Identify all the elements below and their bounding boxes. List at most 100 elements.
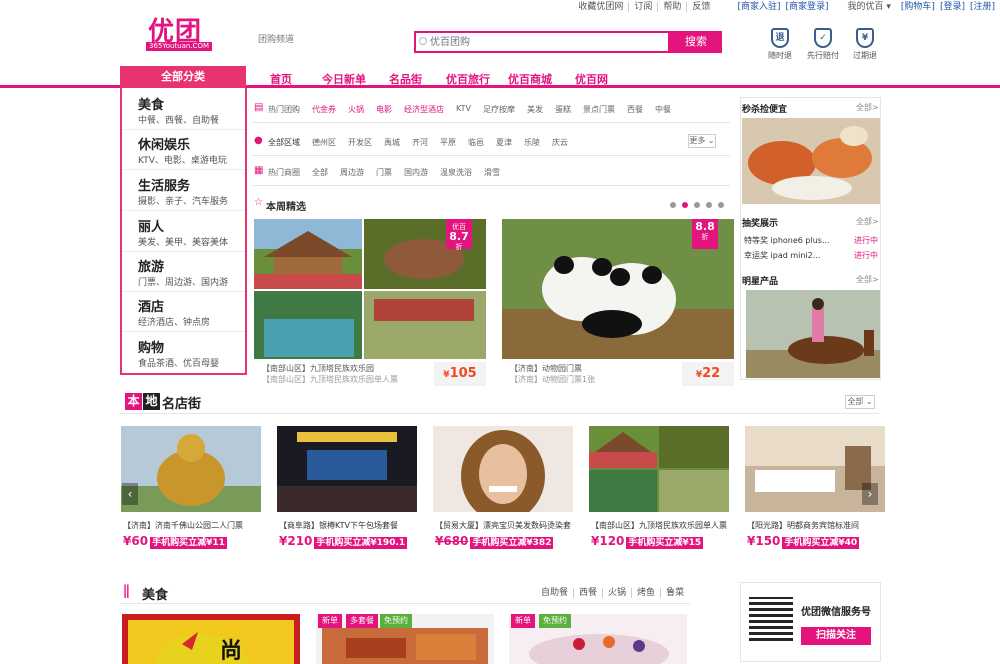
sidebar-item-shopping[interactable]: 购物 食品茶酒、优百母婴 [122, 333, 245, 373]
carousel-next-arrow[interactable]: › [862, 483, 878, 505]
filter-item[interactable]: 庆云 [552, 137, 568, 148]
shop-badge-local: 本 [125, 393, 142, 410]
filter-item[interactable]: 景点门票 [583, 104, 615, 115]
filter-item[interactable]: 临邑 [468, 137, 484, 148]
feature-label: 过期退 [853, 51, 877, 60]
lottery-item-name: 特等奖 iphone6 plus... [744, 236, 830, 245]
sidebar-item-sub[interactable]: KTV、电影、桌游电玩 [138, 153, 227, 166]
food-tab[interactable]: 自助餐 [536, 588, 573, 598]
sidebar-item-sub[interactable]: 食品茶酒、优百母婴 [138, 356, 219, 369]
shop-card[interactable]: 【商阜路】银樽KTV下午包场套餐 ¥210 手机购买立减¥190.1 [277, 426, 417, 556]
filter-item[interactable]: 足疗按摩 [483, 104, 515, 115]
search-input[interactable] [416, 33, 656, 51]
filter-item[interactable]: 电影 [376, 104, 392, 115]
sidebar-item-sub[interactable]: 摄影、亲子、汽车服务 [138, 194, 228, 207]
merchant-join-link[interactable]: [商家入驻] [715, 2, 785, 12]
filter-item[interactable]: 德州区 [312, 137, 336, 148]
my-youbai-menu[interactable]: 我的优百 ▾ [834, 2, 896, 12]
nav-mall[interactable]: 优百商城 [508, 71, 552, 87]
filter-item[interactable]: 门票 [376, 167, 392, 178]
flash-sale-image[interactable] [742, 118, 880, 204]
shop-name: 【商阜路】银樽KTV下午包场套餐 [279, 521, 398, 530]
nav-youbai[interactable]: 优百网 [575, 71, 608, 87]
shop-name: 【贸易大厦】漂亮宝贝美发数码烫染套 [435, 521, 571, 530]
merchant-login-link[interactable]: [商家登录] [785, 2, 833, 12]
filter-item[interactable]: 开发区 [348, 137, 372, 148]
site-logo[interactable]: 优团 365Youtuan.COM [120, 11, 235, 51]
carousel-dot[interactable] [694, 202, 700, 208]
filter-item[interactable]: 禹城 [384, 137, 400, 148]
filter-item[interactable]: 全部 [312, 167, 328, 178]
shop-card[interactable]: 【济南】济南千佛山公园二人门票 ¥60 手机购买立减¥11 [121, 426, 261, 556]
sidebar-item-entertainment[interactable]: 休闲娱乐 KTV、电影、桌游电玩 [122, 130, 245, 170]
sidebar-item-food[interactable]: 美食 中餐、西餐、自助餐 [122, 90, 245, 130]
mobile-promo-badge: 手机购买立减¥190.1 [314, 537, 408, 549]
register-link[interactable]: [注册] [965, 2, 1000, 12]
filter-label[interactable]: 全部区域 [268, 137, 300, 148]
yuan-icon: ¥ [856, 28, 874, 48]
sidebar-item-title: 购物 [138, 341, 165, 356]
food-tab[interactable]: 西餐 [573, 588, 602, 598]
nav-home[interactable]: 首页 [270, 71, 292, 87]
food-deal-tile[interactable]: 尚 [122, 614, 300, 664]
nav-travel[interactable]: 优百旅行 [446, 71, 490, 87]
food-tab[interactable]: 鲁菜 [660, 588, 689, 598]
filter-item[interactable]: 周边游 [340, 167, 364, 178]
filter-item[interactable]: 乐陵 [524, 137, 540, 148]
carousel-dot[interactable] [706, 202, 712, 208]
filter-item[interactable]: 中餐 [655, 104, 671, 115]
deal-card-zoo[interactable]: 8.8 折 【济南】动物园门票 【济南】动物园门票1张 ¥22 [502, 219, 734, 389]
sidebar-item-beauty[interactable]: 丽人 美发、美甲、美容美体 [122, 212, 245, 252]
shop-card[interactable]: 【南部山区】九顶塔民族欢乐园单人票 ¥120 手机购买立减¥15 [589, 426, 729, 556]
scan-follow-button[interactable]: 扫描关注 [801, 627, 871, 645]
carousel-dot[interactable] [718, 202, 724, 208]
sidebar-item-sub[interactable]: 门票、周边游、国内游 [138, 275, 228, 288]
more-areas-button[interactable]: 更多 ⌄ [688, 134, 716, 148]
filter-item[interactable]: 平原 [440, 137, 456, 148]
food-tab[interactable]: 火锅 [602, 588, 631, 598]
filter-item[interactable]: 齐河 [412, 137, 428, 148]
nav-new-today[interactable]: 今日新单 [322, 71, 366, 87]
topbar-subscribe-link[interactable]: 订阅 [628, 2, 657, 12]
shop-filter-select[interactable]: 全部 ⌄ [845, 395, 875, 409]
food-deal-tile[interactable] [509, 614, 687, 664]
nav-brand-street[interactable]: 名品街 [389, 71, 422, 87]
carousel-prev-arrow[interactable]: ‹ [122, 483, 138, 505]
search-button[interactable]: 搜索 [670, 31, 722, 53]
sidebar-item-travel[interactable]: 旅游 门票、周边游、国内游 [122, 252, 245, 292]
cart-link[interactable]: [购物车] [896, 2, 940, 12]
filter-item[interactable]: 夏津 [496, 137, 512, 148]
sidebar-item-sub[interactable]: 经济酒店、钟点房 [138, 315, 210, 328]
lottery-item[interactable]: 幸运奖 ipad mini2... 进行中 [744, 250, 878, 261]
food-tab[interactable]: 烤鱼 [631, 588, 660, 598]
filter-item[interactable]: 国内游 [404, 167, 428, 178]
sidebar-item-sub[interactable]: 美发、美甲、美容美体 [138, 235, 228, 248]
filter-item[interactable]: 温泉洗浴 [440, 167, 472, 178]
deal-card-park[interactable]: 优百 8.7 折 【南部山区】九顶塔民族欢乐园 【南部山区】九顶塔民族欢乐园单人票 … [254, 219, 486, 389]
topbar-help-link[interactable]: 帮助 [657, 2, 686, 12]
filter-item[interactable]: 美发 [527, 104, 543, 115]
carousel-dot-active[interactable] [682, 202, 688, 208]
lottery-item[interactable]: 特等奖 iphone6 plus... 进行中 [744, 235, 878, 246]
sidebar-item-hotel[interactable]: 酒店 经济酒店、钟点房 [122, 292, 245, 332]
filter-item[interactable]: 西餐 [627, 104, 643, 115]
carousel-dot[interactable] [670, 202, 676, 208]
filter-item[interactable]: 代金券 [312, 104, 336, 115]
search-box[interactable] [414, 31, 670, 53]
all-categories-button[interactable]: 全部分类 [120, 66, 246, 89]
topbar-feedback-link[interactable]: 反馈 [686, 2, 715, 12]
filter-item[interactable]: 蛋糕 [555, 104, 571, 115]
topbar-favorite-link[interactable]: 收藏优团网 [573, 2, 628, 12]
sidebar-item-sub[interactable]: 中餐、西餐、自助餐 [138, 113, 219, 126]
filter-item[interactable]: 火锅 [348, 104, 364, 115]
star-products-all-link[interactable]: 全部> [856, 274, 879, 285]
sidebar-item-life-service[interactable]: 生活服务 摄影、亲子、汽车服务 [122, 171, 245, 211]
filter-item[interactable]: KTV [456, 104, 471, 115]
filter-item[interactable]: 经济型酒店 [404, 104, 444, 115]
flash-sale-all-link[interactable]: 全部> [856, 102, 879, 113]
filter-item[interactable]: 滑雪 [484, 167, 500, 178]
shop-card[interactable]: 【贸易大厦】漂亮宝贝美发数码烫染套 ¥680 手机购买立减¥382 [433, 426, 573, 556]
lottery-all-link[interactable]: 全部> [856, 216, 879, 227]
login-link[interactable]: [登录] [940, 2, 965, 12]
star-product-image[interactable] [746, 290, 880, 378]
